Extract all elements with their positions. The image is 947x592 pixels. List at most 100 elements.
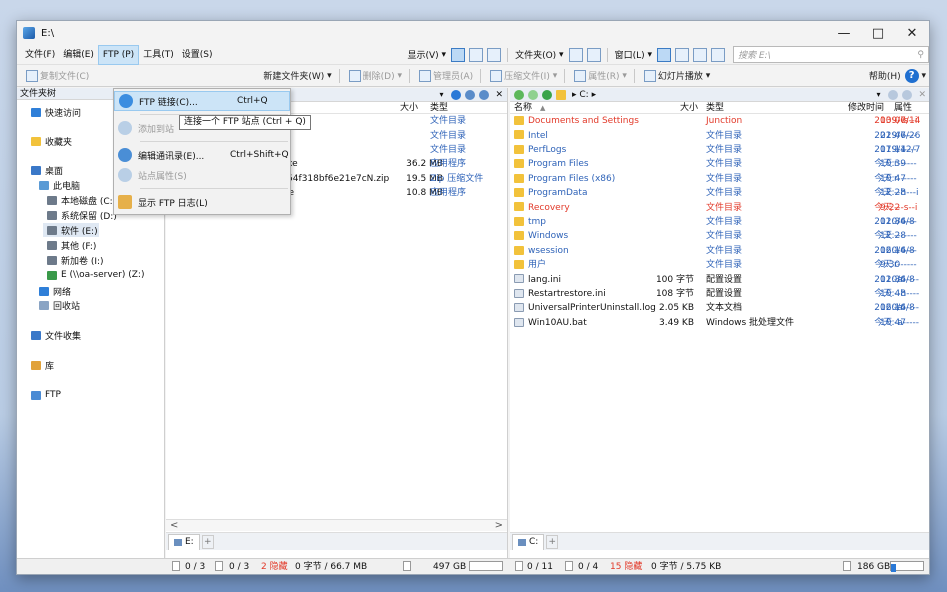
tree-node[interactable]: 本地磁盘 (C:)	[17, 193, 116, 207]
delete-button[interactable]: 删除(D) ▾	[344, 67, 405, 85]
edit-address-book-item[interactable]: 编辑通讯录(E)... Ctrl+Shift+Q	[114, 145, 290, 165]
tree-node[interactable]: 回收站	[17, 298, 80, 312]
help-button[interactable]: 帮助(H)? ▾	[866, 67, 929, 85]
right-file-row[interactable]: Program Files (x86) 文件目录 今天 10:47 r------	[510, 172, 929, 186]
layout-icon-3[interactable]	[487, 47, 502, 62]
menu-tools[interactable]: 工具(T)	[139, 45, 178, 65]
scroll-right-arrow-icon[interactable]: >	[495, 520, 503, 532]
pane-icon-1[interactable]	[657, 47, 671, 62]
right-file-row[interactable]: lang.ini 100 字节 配置设置 2020/4/8 11:36 -a-----	[510, 272, 929, 286]
admin-button[interactable]: 管理员(A)	[414, 67, 476, 85]
left-tab-e[interactable]: E:	[168, 533, 200, 550]
file-name: UniversalPrinterUninstall.log	[528, 303, 656, 314]
folder-icon-1[interactable]	[568, 47, 583, 62]
menu-edit[interactable]: 编辑(E)	[59, 45, 98, 65]
right-file-row[interactable]: UniversalPrinterUninstall.log 2.05 KB 文本文档…	[510, 301, 929, 315]
pane-icon-3[interactable]	[693, 47, 707, 62]
tree-node[interactable]: 其他 (F:)	[17, 238, 96, 252]
right-file-row[interactable]: Win10AU.bat 3.49 KB Windows 批处理文件 今天 10:47-…	[510, 316, 929, 330]
tree-node[interactable]: 此电脑	[17, 178, 80, 192]
left-horizontal-scrollbar[interactable]: < >	[166, 519, 507, 531]
right-pane-close-icon[interactable]: ✕	[918, 90, 926, 100]
right-tab-c[interactable]: C:	[512, 533, 545, 550]
left-pane-icon-3[interactable]	[479, 89, 490, 100]
right-file-row[interactable]: wsession 文件目录 2020/4/8 16:16 -------	[510, 244, 929, 258]
left-path-dropdown[interactable]: ▾	[439, 90, 443, 99]
right-file-row[interactable]: Restartrestore.ini 108 字节 配置设置 今天 10:48 --h-…	[510, 287, 929, 301]
pane-icon-2[interactable]	[675, 47, 689, 62]
right-address-bar[interactable]: ▸ C: ▸ ▾ ✕	[510, 88, 929, 102]
close-button[interactable]: ✕	[895, 21, 929, 45]
right-file-row[interactable]: PerfLogs 文件目录 2019/12/7 17:14 -------	[510, 143, 929, 157]
display-menu-button[interactable]: 显示(V) ▾	[404, 46, 449, 64]
left-col-type[interactable]: 类型	[430, 102, 448, 114]
tree-node[interactable]: 软件 (E:)	[43, 223, 99, 237]
right-file-row[interactable]: Documents and Settings Junction 2009/7/14 …	[510, 114, 929, 128]
file-type: 文件目录	[706, 245, 743, 256]
right-pane-icon-2[interactable]	[902, 89, 913, 100]
site-properties-item[interactable]: 站点属性(S)	[114, 165, 290, 185]
file-name: ProgramData	[528, 188, 588, 199]
maximize-button[interactable]: □	[861, 21, 895, 45]
left-pane-close-icon[interactable]: ✕	[495, 90, 503, 100]
right-file-row[interactable]: 用户 文件目录 今天 9:30 r------	[510, 258, 929, 272]
tree-node[interactable]: E (\\oa-server) (Z:)	[17, 268, 144, 282]
folder-menu-button[interactable]: 文件夹(O) ▾	[512, 46, 567, 64]
tree-node[interactable]: 网络	[17, 284, 71, 298]
left-pane-icon-2[interactable]	[465, 89, 476, 100]
right-col-type[interactable]: 类型	[706, 102, 724, 114]
search-input[interactable]: 搜索 E:\ ⚲	[733, 46, 929, 63]
right-col-size[interactable]: 大小	[680, 102, 698, 114]
layout-icon-1[interactable]	[451, 47, 466, 62]
window-menu-button[interactable]: 窗口(L) ▾	[612, 46, 655, 64]
tree-node[interactable]: 收藏夹	[17, 134, 72, 148]
layout-icon-2[interactable]	[469, 47, 484, 62]
menu-file[interactable]: 文件(F)	[21, 45, 59, 65]
show-ftp-log-item[interactable]: 显示 FTP 日志(L)	[114, 192, 290, 212]
forward-icon[interactable]	[528, 89, 538, 100]
tree-node[interactable]: 文件收集	[17, 328, 81, 342]
right-file-row[interactable]: tmp 文件目录 2020/4/8 11:36 -------	[510, 215, 929, 229]
right-file-row[interactable]: Intel 文件目录 2019/7/26 22:46 -------	[510, 128, 929, 142]
right-file-row[interactable]: Program Files 文件目录 今天 10:39 r------	[510, 157, 929, 171]
folder-icon	[514, 159, 524, 169]
add-tab-button[interactable]: +	[546, 534, 559, 549]
right-file-row[interactable]: ProgramData 文件目录 今天 12:28 --h---i	[510, 186, 929, 200]
properties-button[interactable]: 属性(R) ▾	[569, 67, 630, 85]
back-icon[interactable]	[514, 89, 524, 100]
add-tab-button[interactable]: +	[201, 534, 214, 549]
right-path-breadcrumb[interactable]: ▸ C: ▸	[568, 90, 876, 100]
up-icon[interactable]	[542, 89, 552, 100]
tree-node[interactable]: 系统保留 (D:)	[17, 208, 117, 222]
tree-node[interactable]: 快速访问	[17, 105, 81, 119]
left-pane-icon-1[interactable]	[451, 89, 462, 100]
copy-file-button[interactable]: 复制文件(C)	[21, 67, 92, 85]
right-col-attr[interactable]: 属性	[894, 102, 912, 114]
right-file-row[interactable]: Windows 文件目录 今天 12:28 -------	[510, 229, 929, 243]
right-file-row[interactable]: Recovery 文件目录 今天 9:22 ---s--i	[510, 200, 929, 214]
folder-icon-2[interactable]	[586, 47, 601, 62]
pane-icon-4[interactable]	[711, 47, 725, 62]
tree-node[interactable]: FTP	[17, 388, 61, 402]
right-path-dropdown[interactable]: ▾	[876, 90, 880, 99]
menu-settings[interactable]: 设置(S)	[178, 45, 217, 65]
left-col-size[interactable]: 大小	[400, 102, 418, 114]
new-folder-button[interactable]: 新建文件夹(W) ▾	[260, 67, 334, 85]
compress-button[interactable]: 压缩文件(I) ▾	[485, 67, 560, 85]
ftp-connect-item[interactable]: FTP 链接(C)... Ctrl+Q	[114, 91, 290, 111]
folder-icon	[514, 188, 524, 197]
slideshow-button[interactable]: 幻灯片播放 ▾	[639, 67, 713, 85]
tree-node[interactable]: 桌面	[17, 163, 63, 177]
tree-node[interactable]: 库	[17, 358, 54, 372]
drive-icon	[174, 538, 182, 546]
menu-ftp[interactable]: FTP (P)	[97, 44, 140, 65]
right-col-modified[interactable]: 修改时间	[848, 102, 884, 114]
home-icon[interactable]	[556, 89, 566, 100]
search-icon[interactable]: ⚲	[917, 50, 924, 60]
tree-node[interactable]: 新加卷 (I:)	[17, 253, 104, 267]
right-pane-icon-1[interactable]	[888, 89, 899, 100]
right-col-name[interactable]: 名称	[514, 102, 532, 114]
scroll-left-arrow-icon[interactable]: <	[170, 520, 178, 532]
minimize-button[interactable]: —	[827, 21, 861, 45]
right-column-header[interactable]: 名称 ▲ 大小 类型 修改时间 属性	[510, 102, 929, 114]
